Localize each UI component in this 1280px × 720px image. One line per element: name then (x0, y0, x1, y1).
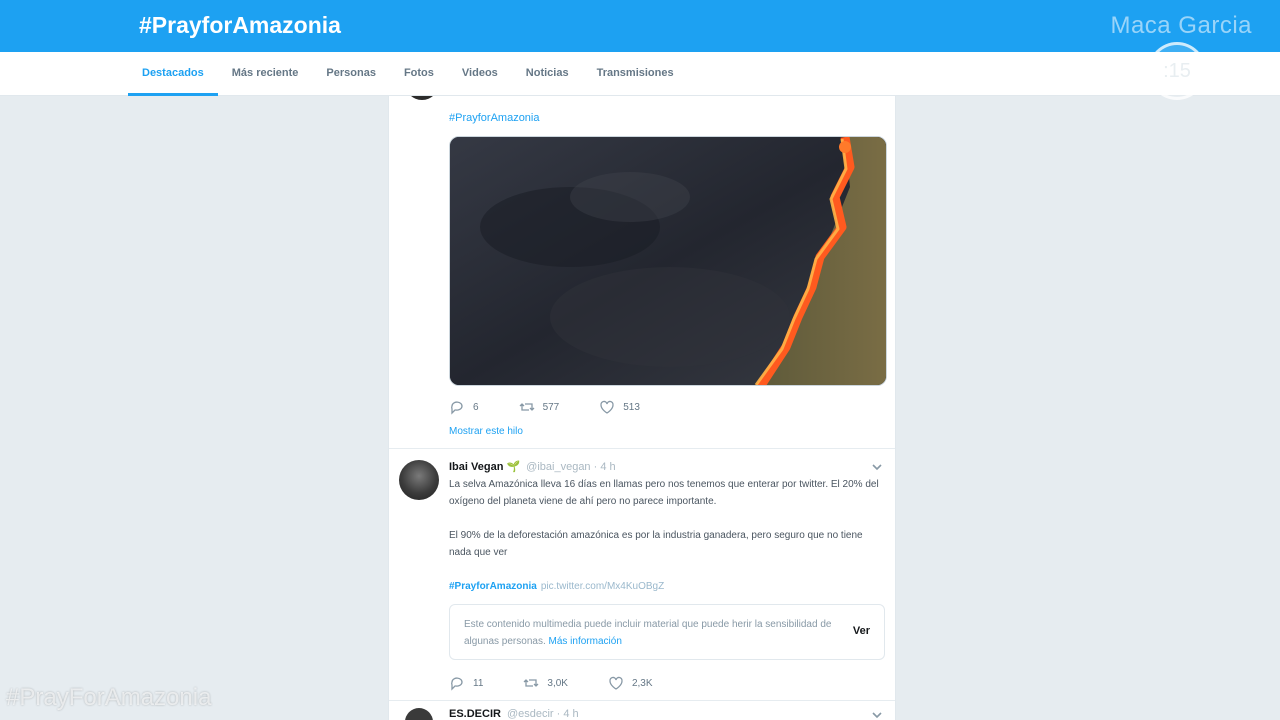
retweet-icon (523, 679, 539, 687)
tab-mas-reciente[interactable]: Más reciente (218, 52, 313, 96)
hashtag-link[interactable]: #PrayforAmazonia (449, 581, 537, 592)
tweet-media-image[interactable] (449, 136, 887, 386)
sensitive-text: Este contenido multimedia puede incluir … (464, 619, 832, 647)
avatar[interactable] (405, 708, 433, 720)
tweet-divider (389, 448, 895, 449)
reply-count: 6 (473, 401, 479, 413)
like-button[interactable]: 2,3K (608, 675, 653, 691)
reply-button[interactable]: 6 (449, 399, 479, 415)
tweet-timeline: #PrayforAmazonia 6 577 513 Mostrar este … (388, 96, 896, 720)
sensitive-message: Este contenido multimedia puede incluir … (464, 616, 834, 650)
search-tabs-bar: Destacados Más reciente Personas Fotos V… (0, 52, 1280, 96)
search-tabs: Destacados Más reciente Personas Fotos V… (128, 52, 688, 96)
heart-icon (600, 400, 614, 414)
reply-icon (451, 677, 463, 691)
tab-videos[interactable]: Videos (448, 52, 512, 96)
page-title: #PrayforAmazonia (139, 12, 341, 38)
show-thread-link[interactable]: Mostrar este hilo (449, 426, 523, 437)
user-display-name[interactable]: ES.DECIR (449, 708, 501, 720)
countdown-timer: :15 (1148, 42, 1206, 100)
chevron-down-icon[interactable] (871, 710, 883, 720)
tab-transmisiones[interactable]: Transmisiones (583, 52, 688, 96)
like-count: 513 (623, 401, 640, 413)
media-link[interactable]: pic.twitter.com/Mx4KuOBgZ (541, 581, 664, 592)
retweet-button[interactable]: 577 (519, 399, 560, 415)
retweet-icon (519, 403, 535, 411)
more-info-link[interactable]: Más información (549, 636, 622, 647)
chevron-down-icon[interactable] (871, 462, 883, 472)
avatar[interactable] (399, 460, 439, 500)
tab-noticias[interactable]: Noticias (512, 52, 583, 96)
view-button[interactable]: Ver (853, 625, 870, 637)
reply-icon (451, 401, 463, 415)
like-button[interactable]: 513 (599, 399, 640, 415)
author-watermark: Maca Garcia (1110, 12, 1252, 39)
retweet-count: 3,0K (547, 677, 568, 689)
app-header: #PrayforAmazonia Maca Garcia (0, 0, 1280, 52)
tab-personas[interactable]: Personas (312, 52, 390, 96)
tweet-text: La selva Amazónica lleva 16 días en llam… (449, 479, 879, 507)
sensitive-content-warning: Este contenido multimedia puede incluir … (449, 604, 885, 660)
tweet-divider (389, 700, 895, 701)
tweet-hashtag-line: #PrayforAmazonia pic.twitter.com/Mx4KuOBg… (449, 578, 879, 595)
tab-destacados[interactable]: Destacados (128, 52, 218, 96)
tweet-text: El 90% de la deforestación amazónica es … (449, 530, 863, 558)
retweet-count: 577 (542, 401, 560, 413)
hashtag-link[interactable]: #PrayforAmazonia (449, 112, 540, 124)
reply-button[interactable]: 11 (449, 675, 483, 691)
user-display-name[interactable]: Ibai Vegan 🌱 (449, 461, 520, 473)
retweet-button[interactable]: 3,0K (523, 675, 568, 691)
user-handle-time[interactable]: @ibai_vegan · 4 h (526, 461, 615, 473)
tweet-header: Ibai Vegan 🌱 @ibai_vegan · 4 h (449, 460, 616, 473)
reply-count: 11 (473, 677, 484, 689)
tweet2-actions: 11 3,0K 2,3K (449, 674, 653, 692)
avatar[interactable] (405, 96, 439, 100)
like-count: 2,3K (631, 677, 653, 689)
user-handle-time[interactable]: @esdecir · 4 h (507, 708, 579, 720)
heart-icon (609, 676, 623, 690)
tweet-header: ES.DECIR @esdecir · 4 h (449, 708, 579, 720)
tab-fotos[interactable]: Fotos (390, 52, 448, 96)
tweet1-actions: 6 577 513 (449, 398, 640, 416)
hashtag-watermark: #PrayForAmazonia (6, 684, 212, 711)
wildfire-photo-icon (450, 137, 886, 385)
